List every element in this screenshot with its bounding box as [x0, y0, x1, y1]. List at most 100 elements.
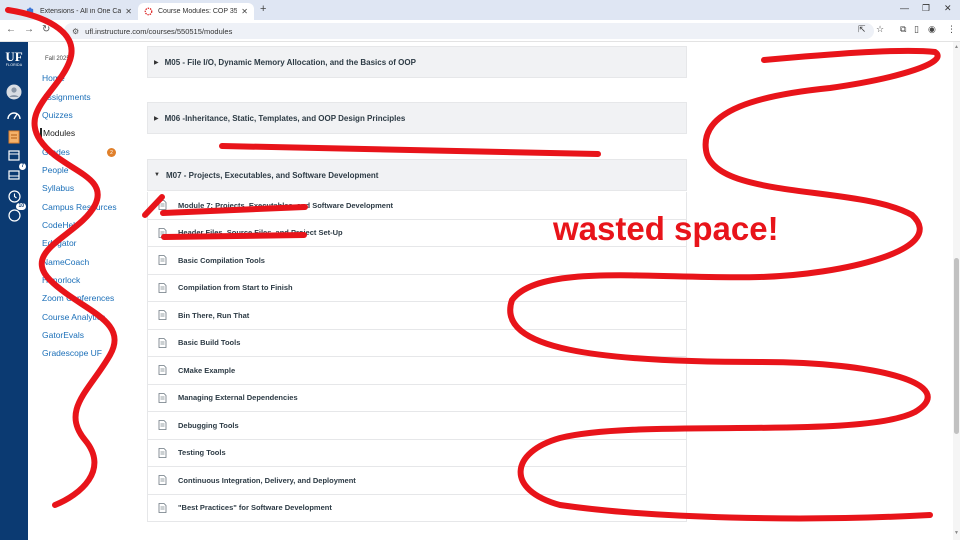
course-nav-codehelp[interactable]: CodeHelp [42, 220, 80, 230]
browser-tabstrip: ⌄ Extensions - All in One Canvas ✕ Cours… [0, 0, 960, 20]
scroll-thumb[interactable] [954, 258, 959, 434]
course-nav-edugator[interactable]: Edugator [42, 238, 77, 248]
course-nav-gatorevals[interactable]: GatorEvals [42, 330, 84, 340]
course-nav-syllabus[interactable]: Syllabus [42, 183, 74, 193]
module-item-row[interactable]: Compilation from Start to Finish [147, 274, 687, 302]
browser-toolbar: ← → ↻ ⚙ ufl.instructure.com/courses/5505… [0, 20, 960, 42]
module-item-row[interactable]: "Best Practices" for Software Developmen… [147, 494, 687, 522]
document-icon [158, 475, 168, 486]
module-item-link[interactable]: Managing External Dependencies [178, 393, 298, 402]
forward-icon[interactable]: → [24, 24, 34, 35]
module-header-m05[interactable]: ▶ M05 - File I/O, Dynamic Memory Allocat… [147, 46, 687, 78]
module-item-row[interactable]: Continuous Integration, Delivery, and De… [147, 467, 687, 495]
module-header-m06[interactable]: ▶ M06 -Inheritance, Static, Templates, a… [147, 102, 687, 134]
module-item-row[interactable]: CMake Example [147, 357, 687, 385]
document-icon [158, 255, 168, 266]
screen: ⌄ Extensions - All in One Canvas ✕ Cours… [0, 0, 960, 540]
modules-content: ▶ M05 - File I/O, Dynamic Memory Allocat… [133, 42, 953, 540]
module-item-link[interactable]: CMake Example [178, 366, 235, 375]
document-icon [158, 200, 168, 211]
document-icon [158, 365, 168, 376]
module-item-link[interactable]: Bin There, Run That [178, 311, 249, 320]
caret-right-icon: ▶ [154, 115, 159, 122]
module-item-link[interactable]: Module 7: Projects, Executables, and Sof… [178, 201, 393, 210]
help-icon[interactable]: 10 [5, 203, 26, 224]
grades-badge: 2 [107, 148, 116, 157]
module-item-row[interactable]: Debugging Tools [147, 412, 687, 440]
course-nav-analytics[interactable]: Course Analytics [42, 312, 105, 322]
module-item-row[interactable]: Basic Compilation Tools [147, 247, 687, 275]
page-scrollbar[interactable]: ▲ ▼ [953, 42, 960, 540]
minimize-icon[interactable]: — [900, 3, 909, 13]
course-nav-gradescope[interactable]: Gradescope UF [42, 348, 102, 358]
course-nav-assignments[interactable]: Assignments [42, 92, 91, 102]
module-header-m07[interactable]: ▼ M07 - Projects, Executables, and Softw… [147, 159, 687, 191]
course-navigation: Fall 2025 Home Assignments Quizzes Modul… [28, 42, 133, 540]
restore-icon[interactable]: ❐ [922, 3, 930, 14]
module-item-link[interactable]: Continuous Integration, Delivery, and De… [178, 476, 356, 485]
module-item-link[interactable]: Testing Tools [178, 448, 226, 457]
close-icon[interactable]: ✕ [125, 7, 132, 16]
course-nav-modules[interactable]: Modules [40, 128, 75, 138]
tab-search-icon[interactable]: ⌄ [6, 4, 14, 15]
caret-down-icon: ▼ [154, 172, 160, 178]
profile-icon[interactable]: ◉ [928, 24, 936, 35]
address-bar[interactable]: ⚙ ufl.instructure.com/courses/550515/mod… [64, 23, 874, 39]
canvas-icon [144, 7, 153, 16]
course-nav-honorlock[interactable]: Honorlock [42, 275, 80, 285]
module-title: M05 - File I/O, Dynamic Memory Allocatio… [164, 57, 416, 67]
bookmark-star-icon[interactable]: ☆ [876, 24, 884, 35]
document-icon [158, 392, 168, 403]
extensions-icon[interactable]: ⧉ [900, 24, 906, 35]
term-label: Fall 2025 [45, 56, 70, 62]
menu-icon[interactable]: ⋮ [947, 24, 956, 35]
document-icon [158, 420, 168, 431]
module-item-link[interactable]: Debugging Tools [178, 421, 239, 430]
course-nav-home[interactable]: Home [42, 73, 65, 83]
course-nav-people[interactable]: People [42, 165, 68, 175]
reload-icon[interactable]: ↻ [42, 24, 50, 35]
inbox-icon[interactable]: 7 [5, 163, 26, 184]
account-icon[interactable] [5, 83, 23, 101]
module-title: M06 -Inheritance, Static, Templates, and… [164, 113, 406, 123]
course-nav-quizzes[interactable]: Quizzes [42, 110, 73, 120]
module-item-row[interactable]: Testing Tools [147, 439, 687, 467]
document-icon [158, 310, 168, 321]
caret-right-icon: ▶ [154, 59, 159, 66]
logo-letters: UF [5, 49, 23, 64]
module-item-link[interactable]: Compilation from Start to Finish [178, 283, 293, 292]
close-icon[interactable]: ✕ [241, 7, 248, 16]
close-window-icon[interactable]: ✕ [944, 3, 952, 14]
module-title: M07 - Projects, Executables, and Softwar… [165, 170, 379, 180]
document-icon [158, 337, 168, 348]
courses-icon[interactable] [5, 128, 23, 146]
tab-course-modules[interactable]: Course Modules: COP 3504 C - ✕ [138, 3, 254, 20]
module-item-row[interactable]: Managing External Dependencies [147, 384, 687, 412]
back-icon[interactable]: ← [6, 24, 16, 35]
course-nav-namecoach[interactable]: NameCoach [42, 257, 89, 267]
module-item-row[interactable]: Bin There, Run That [147, 302, 687, 330]
scroll-up-icon[interactable]: ▲ [954, 44, 959, 50]
dashboard-icon[interactable] [5, 106, 23, 124]
module-item-link[interactable]: "Best Practices" for Software Developmen… [178, 503, 332, 512]
scroll-down-icon[interactable]: ▼ [954, 530, 959, 536]
logo-subtext: FLORIDA [5, 63, 23, 67]
module-item-link[interactable]: Basic Compilation Tools [178, 256, 265, 265]
module-item-row[interactable]: Basic Build Tools [147, 329, 687, 357]
new-tab-icon[interactable]: + [260, 3, 266, 15]
course-nav-zoom[interactable]: Zoom Conferences [42, 293, 114, 303]
site-info-icon[interactable]: ⚙ [72, 27, 79, 36]
url-text: ufl.instructure.com/courses/550515/modul… [85, 26, 233, 36]
annotation-text: wasted space! [553, 210, 779, 247]
document-icon [158, 447, 168, 458]
tab-extensions[interactable]: Extensions - All in One Canvas ✕ [20, 3, 138, 20]
calendar-icon[interactable] [5, 146, 23, 164]
course-nav-campus-resources[interactable]: Campus Resources [42, 202, 117, 212]
module-item-link[interactable]: Header Files, Source Files, and Project … [178, 228, 343, 237]
document-icon [158, 227, 168, 238]
install-icon[interactable]: ⇱ [858, 24, 866, 35]
sidepanel-icon[interactable]: ▯ [914, 24, 919, 35]
uf-logo[interactable]: UF FLORIDA [3, 50, 25, 67]
course-nav-grades[interactable]: Grades [42, 147, 70, 157]
module-item-link[interactable]: Basic Build Tools [178, 338, 240, 347]
